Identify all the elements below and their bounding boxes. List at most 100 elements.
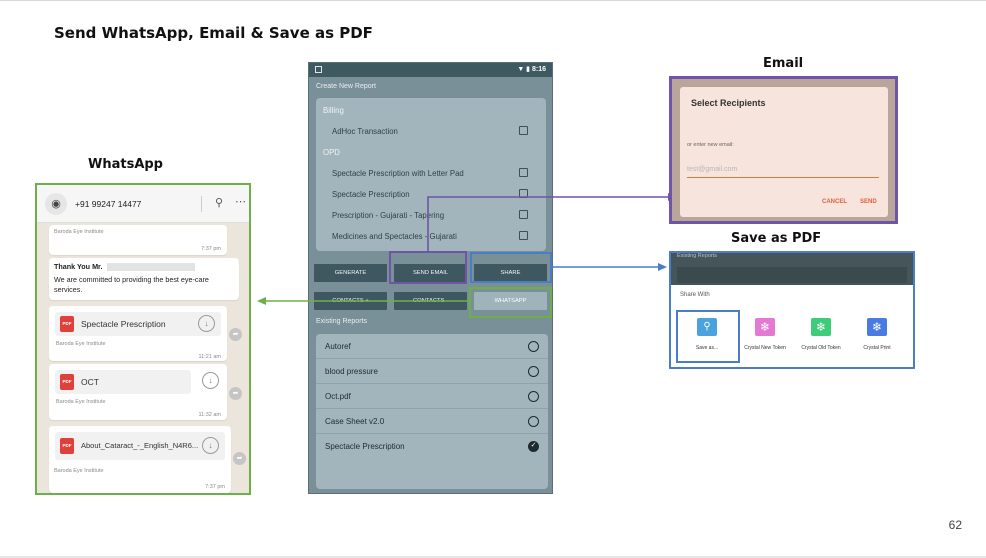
option-label: Spectacle Prescription with Letter Pad — [332, 169, 464, 178]
message-text: Thank You Mr. — [54, 262, 103, 271]
report-name: blood pressure — [325, 367, 378, 376]
email-screenshot: Select Recipients or enter new email: te… — [669, 76, 898, 224]
whatsapp-arrowhead — [257, 297, 266, 305]
backdrop-row — [677, 267, 907, 283]
option-checkbox[interactable] — [519, 168, 528, 177]
phone-screenshot: ▼ ▮ 8:16 Create New Report Billing AdHoc… — [308, 62, 553, 494]
forward-icon[interactable]: ➦ — [229, 387, 242, 400]
whatsapp-section-label: WhatsApp — [88, 157, 163, 172]
save-pdf-screenshot: Existing Reports Share With ⚲ Save as...… — [669, 251, 915, 369]
document-time: 11:21 am — [198, 354, 221, 360]
report-name: Case Sheet v2.0 — [325, 417, 385, 426]
report-radio[interactable] — [528, 341, 539, 352]
existing-reports-label: Existing Reports — [316, 318, 367, 325]
share-target-label[interactable]: Crystal New Token — [735, 345, 795, 351]
status-time: ▼ ▮ 8:16 — [517, 66, 546, 73]
whatsapp-screenshot: ◉ +91 99247 14477 ⚲ ⋯ Baroda Eye Institu… — [35, 183, 251, 495]
option-checkbox[interactable] — [519, 189, 528, 198]
pdf-icon: PDF — [60, 374, 74, 390]
document-bubble[interactable]: PDF OCT ↓ Baroda Eye Institute 11:32 am — [49, 364, 227, 420]
download-icon[interactable]: ↓ — [202, 437, 219, 454]
report-row[interactable]: Autoref — [316, 334, 548, 359]
folder-search-icon[interactable]: ⚲ — [697, 318, 717, 336]
option-checkbox[interactable] — [519, 231, 528, 240]
report-row[interactable]: Oct.pdf — [316, 384, 548, 409]
download-icon[interactable]: ↓ — [198, 315, 215, 332]
document-bubble[interactable]: PDF Spectacle Prescription ↓ Baroda Eye … — [49, 306, 227, 361]
share-button[interactable]: SHARE — [474, 264, 547, 282]
snowflake-pink-icon[interactable]: ❄ — [755, 318, 775, 336]
download-icon[interactable]: ↓ — [202, 372, 219, 389]
share-target-label[interactable]: Crystal Old Token — [791, 345, 851, 351]
document-name: OCT — [81, 377, 99, 387]
option-checkbox[interactable] — [519, 126, 528, 135]
notification-icon — [315, 66, 322, 73]
contact-avatar[interactable]: ◉ — [45, 193, 67, 215]
report-name: Spectacle Prescription — [325, 442, 405, 451]
status-bar: ▼ ▮ 8:16 — [309, 63, 552, 77]
option-checkbox[interactable] — [519, 210, 528, 219]
document-row[interactable]: PDF OCT — [55, 370, 191, 394]
existing-reports-list: Autoref blood pressure Oct.pdf Case Shee… — [316, 334, 548, 489]
generate-button[interactable]: GENERATE — [314, 264, 387, 282]
snowflake-blue-icon[interactable]: ❄ — [867, 318, 887, 336]
report-radio[interactable] — [528, 416, 539, 427]
report-radio-selected[interactable]: ✓ — [528, 441, 539, 452]
forward-icon[interactable]: ➦ — [229, 328, 242, 341]
report-row[interactable]: Case Sheet v2.0 — [316, 409, 548, 434]
email-hint: or enter new email: — [687, 142, 734, 148]
create-new-report-label: Create New Report — [316, 83, 376, 90]
more-vertical-icon[interactable]: ⋯ — [235, 195, 246, 208]
document-time: 11:32 am — [198, 412, 221, 418]
document-name: Spectacle Prescription — [81, 319, 166, 329]
header-divider — [201, 196, 202, 212]
whatsapp-button[interactable]: WHATSAPP — [474, 292, 547, 310]
report-name: Oct.pdf — [325, 392, 351, 401]
page-number: 62 — [948, 518, 962, 532]
forward-icon[interactable]: ➦ — [233, 452, 246, 465]
report-options-card: Billing AdHoc Transaction OPD Spectacle … — [316, 98, 546, 251]
message-sender: Baroda Eye Institute — [54, 229, 104, 235]
top-divider — [0, 0, 986, 1]
slide-title: Send WhatsApp, Email & Save as PDF — [54, 24, 373, 42]
billing-header: Billing — [323, 106, 344, 115]
option-label: Spectacle Prescription — [332, 190, 410, 199]
pdf-icon: PDF — [60, 438, 74, 454]
email-section-label: Email — [763, 56, 804, 71]
document-sender: Baroda Eye Institute — [56, 399, 106, 405]
whatsapp-header: ◉ +91 99247 14477 ⚲ ⋯ — [37, 185, 249, 223]
option-label: Medicines and Spectacles - Gujarati — [332, 232, 457, 241]
report-row[interactable]: Spectacle Prescription ✓ — [316, 434, 548, 459]
report-name: Autoref — [325, 342, 351, 351]
report-radio[interactable] — [528, 366, 539, 377]
report-row[interactable]: blood pressure — [316, 359, 548, 384]
share-target-label[interactable]: Save as... — [677, 345, 737, 351]
contacts-minus-button[interactable]: CONTACTS - — [394, 292, 467, 310]
document-bubble[interactable]: PDF About_Cataract_-_English_N4R6... ↓ B… — [49, 426, 231, 493]
dialog-title: Select Recipients — [691, 98, 766, 108]
document-name: About_Cataract_-_English_N4R6... — [81, 441, 199, 450]
search-icon[interactable]: ⚲ — [215, 196, 223, 209]
cancel-button[interactable]: CANCEL — [822, 199, 847, 205]
document-row[interactable]: PDF Spectacle Prescription ↓ — [55, 312, 221, 336]
redacted-name — [107, 263, 195, 271]
snowflake-green-icon[interactable]: ❄ — [811, 318, 831, 336]
document-row[interactable]: PDF About_Cataract_-_English_N4R6... ↓ — [55, 432, 225, 460]
send-email-button[interactable]: SEND EMAIL — [394, 264, 467, 282]
send-button[interactable]: SEND — [860, 199, 877, 205]
option-label: Prescription - Gujarati - Tapering — [332, 211, 445, 220]
share-target-label[interactable]: Crystal Print — [847, 345, 907, 351]
share-with-label: Share With — [680, 292, 710, 298]
option-label: AdHoc Transaction — [332, 127, 398, 136]
contact-phone: +91 99247 14477 — [75, 199, 142, 209]
message-bubble: Thank You Mr. We are committed to provid… — [49, 258, 239, 300]
pdf-icon: PDF — [60, 316, 74, 332]
message-bubble: Baroda Eye Institute 7:37 pm — [49, 225, 227, 255]
share-sheet-backdrop: Existing Reports — [671, 253, 913, 285]
report-radio[interactable] — [528, 391, 539, 402]
save-pdf-section-label: Save as PDF — [731, 231, 822, 246]
email-input[interactable]: test@gmail.com — [687, 164, 879, 178]
pdf-arrowhead — [658, 263, 667, 271]
contacts-plus-button[interactable]: CONTACTS + — [314, 292, 387, 310]
document-time: 7:37 pm — [205, 484, 225, 490]
